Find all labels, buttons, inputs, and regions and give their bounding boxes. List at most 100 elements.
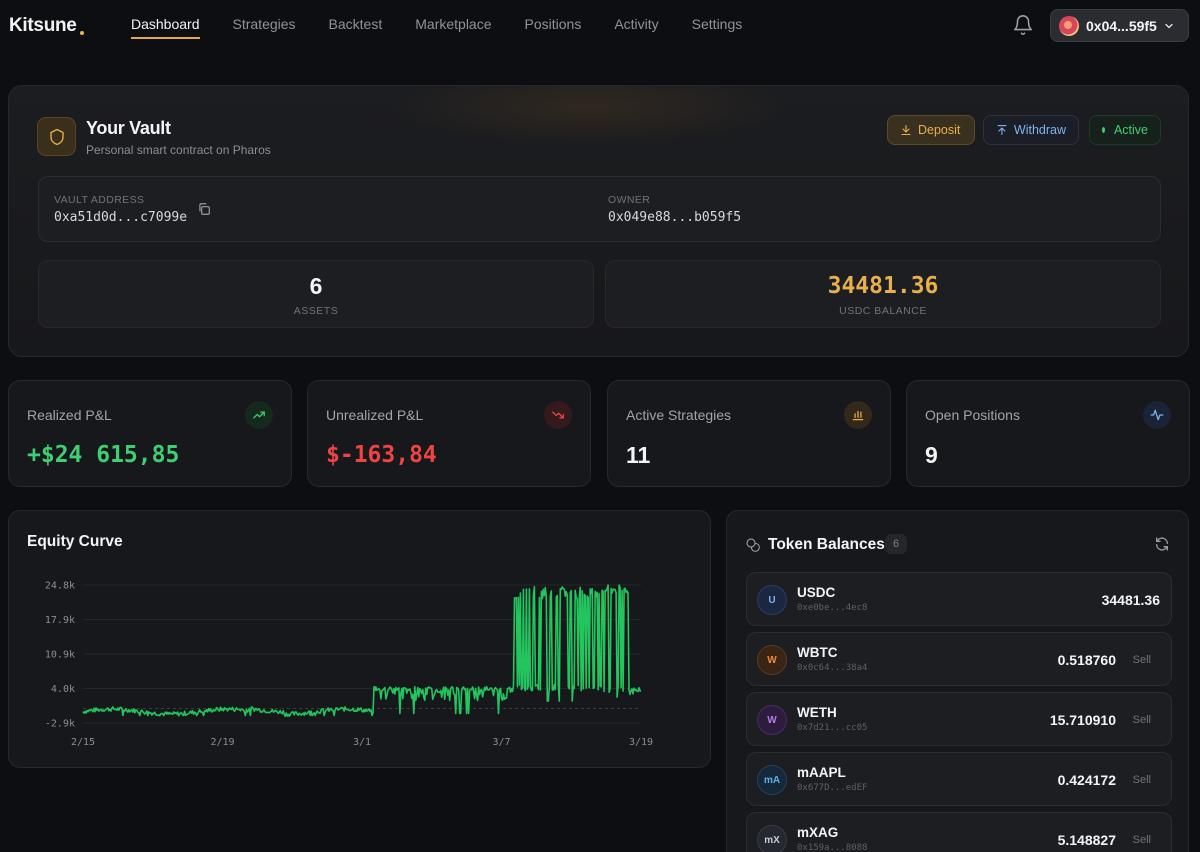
brand-logo[interactable]: Kitsune	[9, 15, 77, 37]
nav-link-strategies[interactable]: Strategies	[233, 16, 296, 39]
realized-pnl-label: Realized P&L	[27, 407, 112, 423]
realized-pnl-card: Realized P&L +$24 615,85	[8, 380, 292, 487]
nav-link-activity[interactable]: Activity	[614, 16, 658, 39]
token-address: 0x159a...8088	[797, 843, 868, 852]
copy-icon[interactable]	[197, 202, 211, 216]
token-avatar: W	[757, 645, 787, 675]
x-tick-label: 3/7	[492, 737, 510, 748]
coins-icon	[746, 538, 760, 552]
token-symbol: WBTC	[797, 645, 838, 660]
chevron-down-icon	[1165, 23, 1173, 28]
upload-icon	[997, 124, 1007, 136]
withdraw-button[interactable]: Withdraw	[983, 115, 1079, 145]
y-tick-label: 24.8k	[45, 581, 75, 592]
deposit-label: Deposit	[918, 123, 961, 137]
vault-address-box: VAULT ADDRESS 0xa51d0d...c7099e OWNER 0x…	[38, 176, 1161, 242]
y-tick-label: 17.9k	[45, 615, 75, 626]
unrealized-pnl-value: $-163,84	[326, 442, 437, 468]
vault-title: Your Vault	[86, 118, 171, 138]
token-row[interactable]: W WETH 0x7d21...cc05 15.710910 Sell	[746, 692, 1172, 746]
status-label: Active	[1113, 123, 1148, 137]
brand-dot	[80, 31, 84, 35]
usdc-balance-value: 34481.36	[827, 273, 939, 299]
x-tick-label: 3/1	[353, 737, 371, 748]
unrealized-pnl-label: Unrealized P&L	[326, 407, 424, 423]
sell-button[interactable]: Sell	[1133, 774, 1151, 786]
trending-down-icon	[544, 401, 572, 429]
token-row[interactable]: mX mXAG 0x159a...8088 5.148827 Sell	[746, 812, 1172, 852]
nav-link-settings[interactable]: Settings	[692, 16, 743, 39]
nav-link-marketplace[interactable]: Marketplace	[415, 16, 491, 39]
bell-icon[interactable]	[1012, 14, 1034, 36]
token-balance: 15.710910	[1049, 712, 1116, 728]
deposit-button[interactable]: Deposit	[887, 115, 975, 145]
withdraw-label: Withdraw	[1013, 123, 1066, 137]
refresh-icon[interactable]	[1154, 536, 1170, 552]
trending-up-icon	[245, 401, 273, 429]
status-dot	[1102, 127, 1105, 133]
sell-button[interactable]: Sell	[1133, 834, 1151, 846]
token-address: 0x677D...edEF	[797, 783, 868, 793]
download-icon	[901, 124, 911, 136]
owner-value: 0x049e88...b059f5	[608, 210, 742, 225]
assets-label: ASSETS	[293, 305, 339, 317]
active-strategies-label: Active Strategies	[626, 407, 732, 423]
equity-series-line	[82, 584, 642, 718]
shield-icon	[49, 128, 64, 145]
token-balances-card: Token Balances 6 U USDC 0xe0be...4ec8 34481…	[726, 510, 1189, 852]
wallet-avatar	[1059, 15, 1079, 36]
token-address: 0xe0be...4ec8	[797, 603, 868, 613]
token-address: 0x7d21...cc05	[797, 723, 868, 733]
wallet-address: 0x04...59f5	[1086, 17, 1157, 34]
token-balance: 5.148827	[1057, 832, 1116, 848]
x-tick-label: 2/19	[210, 737, 234, 748]
assets-stat: 6 ASSETS	[38, 260, 594, 328]
token-avatar: U	[757, 585, 787, 615]
unrealized-pnl-card: Unrealized P&L $-163,84	[307, 380, 591, 487]
token-row[interactable]: W WBTC 0x0c64...38a4 0.518760 Sell	[746, 632, 1172, 686]
token-symbol: USDC	[797, 585, 836, 600]
token-avatar: mA	[757, 765, 787, 795]
vault-glow	[389, 86, 789, 146]
open-positions-label: Open Positions	[925, 407, 1020, 423]
y-tick-label: 4.0k	[51, 684, 75, 695]
vault-shield	[37, 117, 76, 156]
equity-curve-card: Equity Curve 24.8k 17.9k 10.9k 4.0k -2.9k 2/1…	[8, 510, 711, 768]
token-avatar: W	[757, 705, 787, 735]
equity-chart: 24.8k 17.9k 10.9k 4.0k -2.9k 2/15 2/19 3/1 3/7 3/…	[45, 581, 653, 749]
token-symbol: mXAG	[797, 825, 839, 840]
wallet-button[interactable]: 0x04...59f5	[1050, 9, 1189, 42]
usdc-balance-stat: 34481.36 USDC BALANCE	[605, 260, 1161, 328]
status-badge: Active	[1089, 115, 1161, 145]
vault-address-label: VAULT ADDRESS	[54, 194, 145, 206]
assets-value: 6	[309, 273, 323, 299]
token-balance: 34481.36	[1101, 592, 1160, 608]
top-nav: Kitsune Dashboard Strategies Backtest Marke…	[0, 0, 1200, 52]
y-tick-label: -2.9k	[45, 719, 75, 730]
activity-icon	[1143, 401, 1171, 429]
owner-label: OWNER	[608, 194, 651, 206]
vault-subtitle: Personal smart contract on Pharos	[86, 143, 271, 157]
token-row[interactable]: mA mAAPL 0x677D...edEF 0.424172 Sell	[746, 752, 1172, 806]
sell-button[interactable]: Sell	[1133, 654, 1151, 666]
active-strategies-card: Active Strategies 11	[607, 380, 891, 487]
token-count-badge: 6	[885, 534, 907, 554]
token-symbol: WETH	[797, 705, 837, 720]
token-row[interactable]: U USDC 0xe0be...4ec8 34481.36	[746, 572, 1172, 626]
token-balance: 0.518760	[1057, 652, 1116, 668]
sell-button[interactable]: Sell	[1133, 714, 1151, 726]
x-tick-label: 3/19	[629, 737, 653, 748]
open-positions-card: Open Positions 9	[906, 380, 1190, 487]
nav-link-positions[interactable]: Positions	[525, 16, 582, 39]
token-balance: 0.424172	[1057, 772, 1116, 788]
usdc-balance-label: USDC BALANCE	[839, 305, 927, 317]
open-positions-value: 9	[925, 442, 938, 468]
active-strategies-value: 11	[626, 442, 651, 468]
token-balances-title: Token Balances	[768, 536, 885, 553]
vault-address-value: 0xa51d0d...c7099e	[54, 210, 188, 225]
nav-link-backtest[interactable]: Backtest	[329, 16, 383, 39]
bar-chart-icon	[844, 401, 872, 429]
x-tick-label: 2/15	[71, 737, 95, 748]
nav-link-dashboard[interactable]: Dashboard	[131, 16, 200, 39]
vault-card: Your Vault Personal smart contract on Ph…	[8, 85, 1189, 357]
